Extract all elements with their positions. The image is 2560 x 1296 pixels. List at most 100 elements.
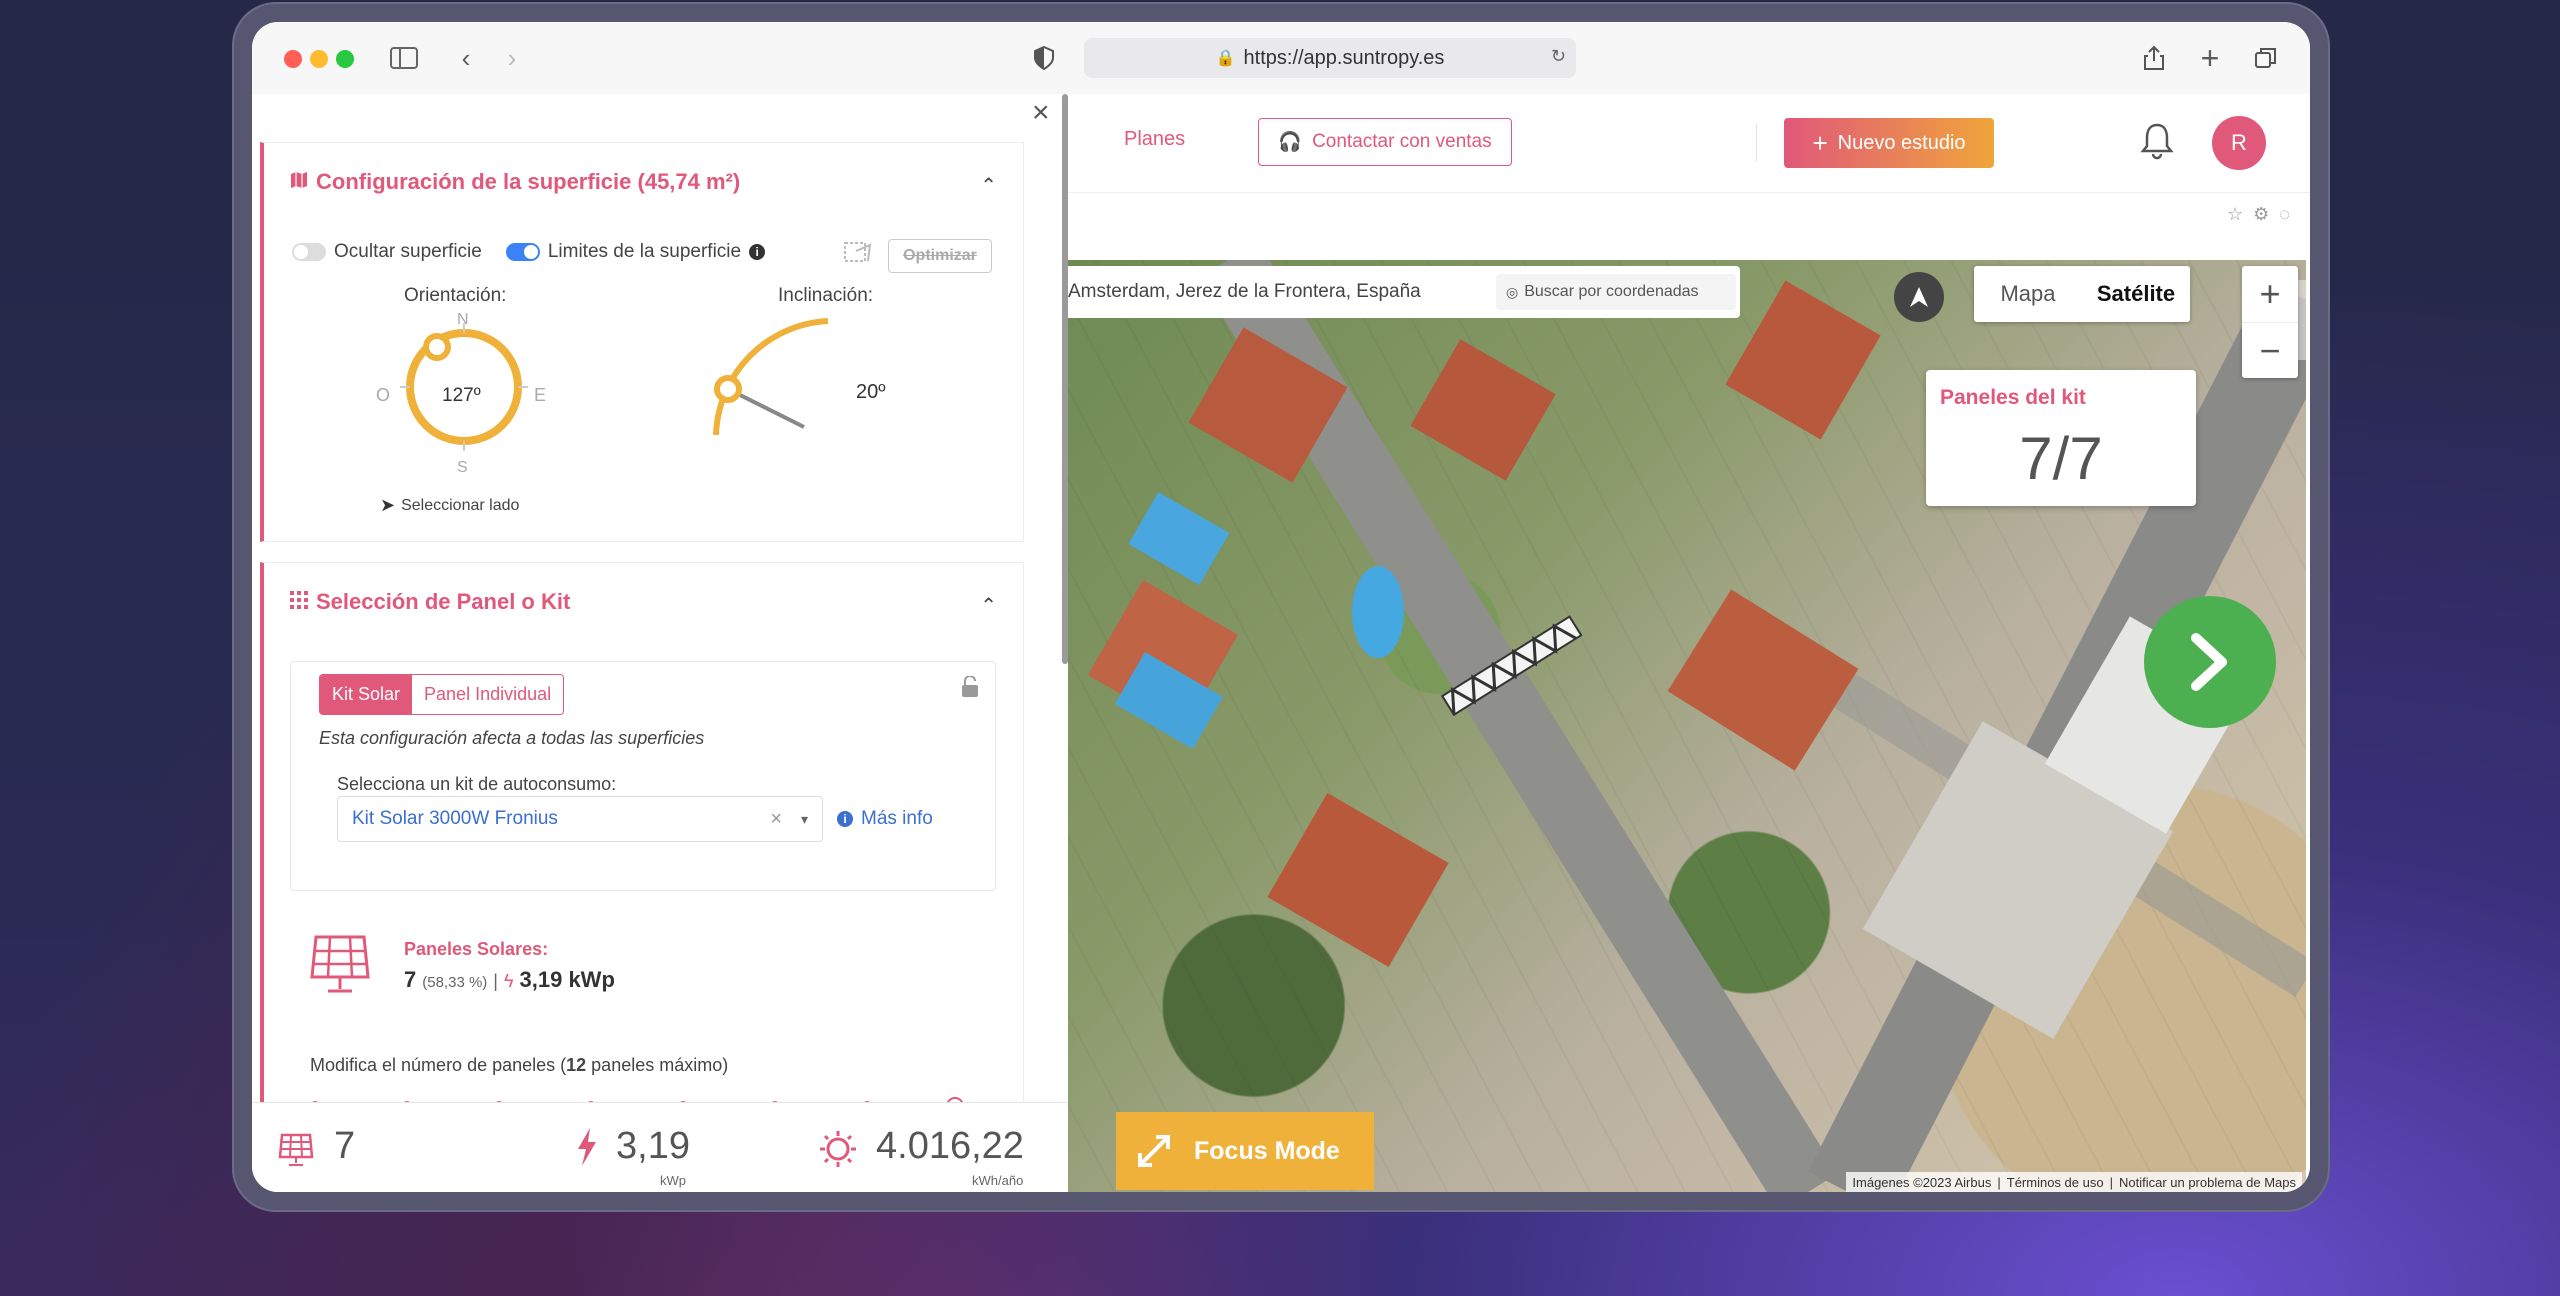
hide-surface-label: Ocultar superficie <box>334 241 482 262</box>
chevron-right-icon <box>2191 633 2227 691</box>
plans-link[interactable]: Planes <box>1124 128 1185 151</box>
map-type-toggle: Mapa Satélite <box>1974 266 2190 322</box>
optimize-button[interactable]: Optimizar <box>888 239 992 273</box>
compass-north-icon[interactable] <box>1894 272 1944 322</box>
select-side-label[interactable]: Seleccionar lado <box>401 497 519 515</box>
zoom-in-button[interactable]: + <box>2242 266 2298 322</box>
tabs-overview-icon[interactable] <box>2252 42 2280 74</box>
plus-icon: + <box>1812 127 1828 158</box>
chevron-down-icon[interactable]: ▾ <box>801 811 808 828</box>
kit-type-switch: Kit Solar Panel Individual <box>319 674 565 715</box>
back-icon[interactable]: ‹ <box>454 42 478 74</box>
close-panel-icon[interactable]: × <box>1032 96 1050 130</box>
chevron-up-icon[interactable]: ⌃ <box>980 173 997 198</box>
orientation-value: 127º <box>442 385 481 406</box>
privacy-shield-icon[interactable] <box>1032 42 1056 74</box>
tab-kit-solar[interactable]: Kit Solar <box>320 675 413 714</box>
kit-panels-value: 7/7 <box>2019 425 2103 492</box>
coords-search-label: Buscar por coordenadas <box>1524 283 1699 300</box>
zoom-window-button[interactable] <box>336 50 354 68</box>
tab-map[interactable]: Mapa <box>1974 281 2082 307</box>
avatar[interactable]: R <box>2212 116 2266 170</box>
footer-panels: 7 <box>334 1125 356 1167</box>
coords-search-button[interactable]: ◎ Buscar por coordenadas <box>1496 274 1736 310</box>
new-tab-icon[interactable]: + <box>2196 40 2224 76</box>
expand-icon <box>1138 1135 1170 1167</box>
satellite-map[interactable]: Amsterdam, Jerez de la Frontera, España … <box>1068 260 2306 1192</box>
tab-satellite[interactable]: Satélite <box>2082 281 2190 307</box>
share-icon[interactable] <box>2140 42 2168 74</box>
footer-energy: 4.016,22 <box>876 1125 1024 1167</box>
solar-panel-icon <box>310 933 370 1000</box>
headset-icon: 🎧 <box>1278 132 1303 153</box>
new-study-label: Nuevo estudio <box>1837 131 1966 154</box>
url-text: https://app.suntropy.es <box>1243 46 1445 69</box>
new-study-button[interactable]: + Nuevo estudio <box>1784 118 1994 168</box>
orientation-label: Orientación: <box>404 285 507 306</box>
surface-config-header[interactable]: Configuración de la superficie (45,74 m²… <box>290 169 740 195</box>
kit-config-box: Kit Solar Panel Individual Esta configur… <box>290 661 996 891</box>
limits-toggle[interactable] <box>505 243 540 261</box>
surface-config-title: Configuración de la superficie (45,74 m²… <box>316 169 741 194</box>
separator: | <box>1997 1174 2001 1190</box>
inclination-gauge[interactable] <box>704 311 844 451</box>
next-step-button[interactable] <box>2144 596 2276 728</box>
address-search-bar[interactable]: Amsterdam, Jerez de la Frontera, España … <box>1068 266 1740 318</box>
reload-icon[interactable]: ↻ <box>1551 46 1566 67</box>
tab-panel-individual[interactable]: Panel Individual <box>412 675 564 714</box>
address-bar[interactable]: 🔒 https://app.suntropy.es ↻ <box>1084 38 1576 78</box>
zoom-controls: + − <box>2242 266 2298 378</box>
panel-selection-card: Selección de Panel o Kit ⌃ Kit Solar Pan… <box>260 562 1024 1122</box>
forward-icon[interactable]: › <box>500 42 524 74</box>
modify-panels-text: Modifica el número de paneles (12 panele… <box>310 1055 729 1075</box>
surface-config-card: Configuración de la superficie (45,74 m²… <box>260 142 1024 542</box>
terms-link[interactable]: Términos de uso <box>2007 1175 2104 1190</box>
map-icon <box>290 169 308 195</box>
lock-icon: 🔒 <box>1215 50 1236 67</box>
close-window-button[interactable] <box>284 50 302 68</box>
hide-surface-toggle[interactable] <box>292 243 326 261</box>
kit-note: Esta configuración afecta a todas las su… <box>319 728 705 748</box>
panel-selection-header[interactable]: Selección de Panel o Kit <box>290 589 570 615</box>
separator: | <box>493 971 498 991</box>
more-info-link[interactable]: Más info <box>861 808 933 830</box>
app-main: Planes 🎧 Contactar con ventas + Nuevo es… <box>1068 94 2310 1192</box>
focus-mode-button[interactable]: Focus Mode <box>1116 1112 1374 1190</box>
gear-icon[interactable]: ⚙ <box>2253 204 2269 225</box>
info-icon[interactable]: i <box>749 244 766 260</box>
inclination-label: Inclinación: <box>778 285 874 306</box>
eye-off-icon[interactable]: ◌ <box>2279 204 2290 225</box>
bolt-icon <box>576 1127 598 1172</box>
unlock-icon[interactable] <box>961 675 979 703</box>
summary-footer: 7 3,19 kWp 4.016,22 kWh/año <box>252 1102 1068 1192</box>
map-attribution: Imágenes ©2023 Airbus | Términos de uso … <box>1846 1172 2302 1192</box>
zoom-out-button[interactable]: − <box>2242 322 2298 379</box>
minimize-window-button[interactable] <box>310 50 328 68</box>
chevron-up-icon[interactable]: ⌃ <box>980 593 997 618</box>
cursor-icon: ➤ <box>380 495 396 515</box>
kit-panels-card: Paneles del kit 7/7 <box>1926 370 2196 506</box>
limits-label: Limites de la superficie <box>547 241 742 262</box>
address-text: Amsterdam, Jerez de la Frontera, España <box>1068 281 1421 302</box>
bolt-icon: ϟ <box>503 971 514 991</box>
optimize-shape-icon <box>842 237 874 269</box>
sidebar-toggle-icon[interactable] <box>388 42 420 74</box>
kit-panels-label: Paneles del kit <box>1940 386 2086 409</box>
clear-icon[interactable]: × <box>770 808 782 831</box>
view-tools: ☆ ⚙ ◌ <box>2227 204 2290 225</box>
separator: | <box>2109 1174 2113 1190</box>
inclination-value: 20º <box>856 381 886 403</box>
app-header: Planes 🎧 Contactar con ventas + Nuevo es… <box>1068 94 2310 193</box>
browser-toolbar: ‹ › 🔒 https://app.suntropy.es ↻ + <box>252 22 2310 95</box>
contact-sales-button[interactable]: 🎧 Contactar con ventas <box>1258 118 1512 166</box>
compass-north: N <box>457 311 469 328</box>
solar-panels-label: Paneles Solares: <box>404 939 549 959</box>
bell-icon[interactable] <box>2140 122 2174 165</box>
attribution-text: Imágenes ©2023 Airbus <box>1852 1174 1992 1190</box>
panel-percent: (58,33 %) <box>422 974 488 991</box>
kit-select[interactable]: Kit Solar 3000W Fronius × ▾ <box>337 796 823 842</box>
report-link[interactable]: Notificar un problema de Maps <box>2119 1175 2296 1190</box>
star-icon[interactable]: ☆ <box>2227 204 2243 225</box>
compass-south: S <box>457 459 468 476</box>
kit-select-value: Kit Solar 3000W Fronius <box>352 808 558 829</box>
